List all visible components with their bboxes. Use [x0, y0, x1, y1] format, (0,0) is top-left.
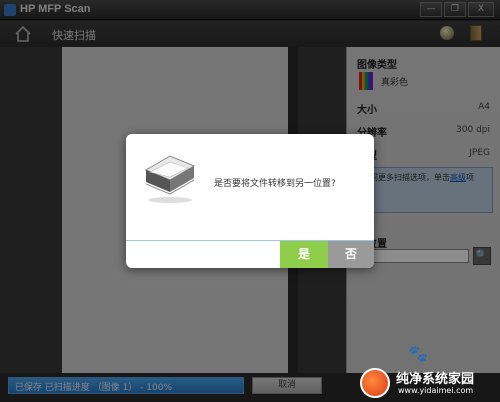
watermark-url: www.yidaimei.com	[398, 386, 474, 395]
paw-watermark-icon: 🐾	[408, 344, 428, 363]
transfer-dialog: 是否要将文件转移到另一位置? 是 否	[126, 134, 374, 268]
dialog-message: 是否要将文件转移到另一位置?	[214, 179, 336, 189]
no-button[interactable]: 否	[328, 241, 374, 268]
scanner-icon	[144, 155, 196, 203]
yes-button[interactable]: 是	[280, 241, 328, 268]
watermark-logo-icon	[360, 368, 390, 398]
site-watermark: 纯净系统家园 www.yidaimei.com	[358, 366, 498, 400]
app-window: HP MFP Scan — ❐ X 快速扫描 图像类型 真彩色 大小 A4 分辨…	[0, 0, 500, 402]
watermark-brand: 纯净系统家园	[396, 372, 475, 387]
